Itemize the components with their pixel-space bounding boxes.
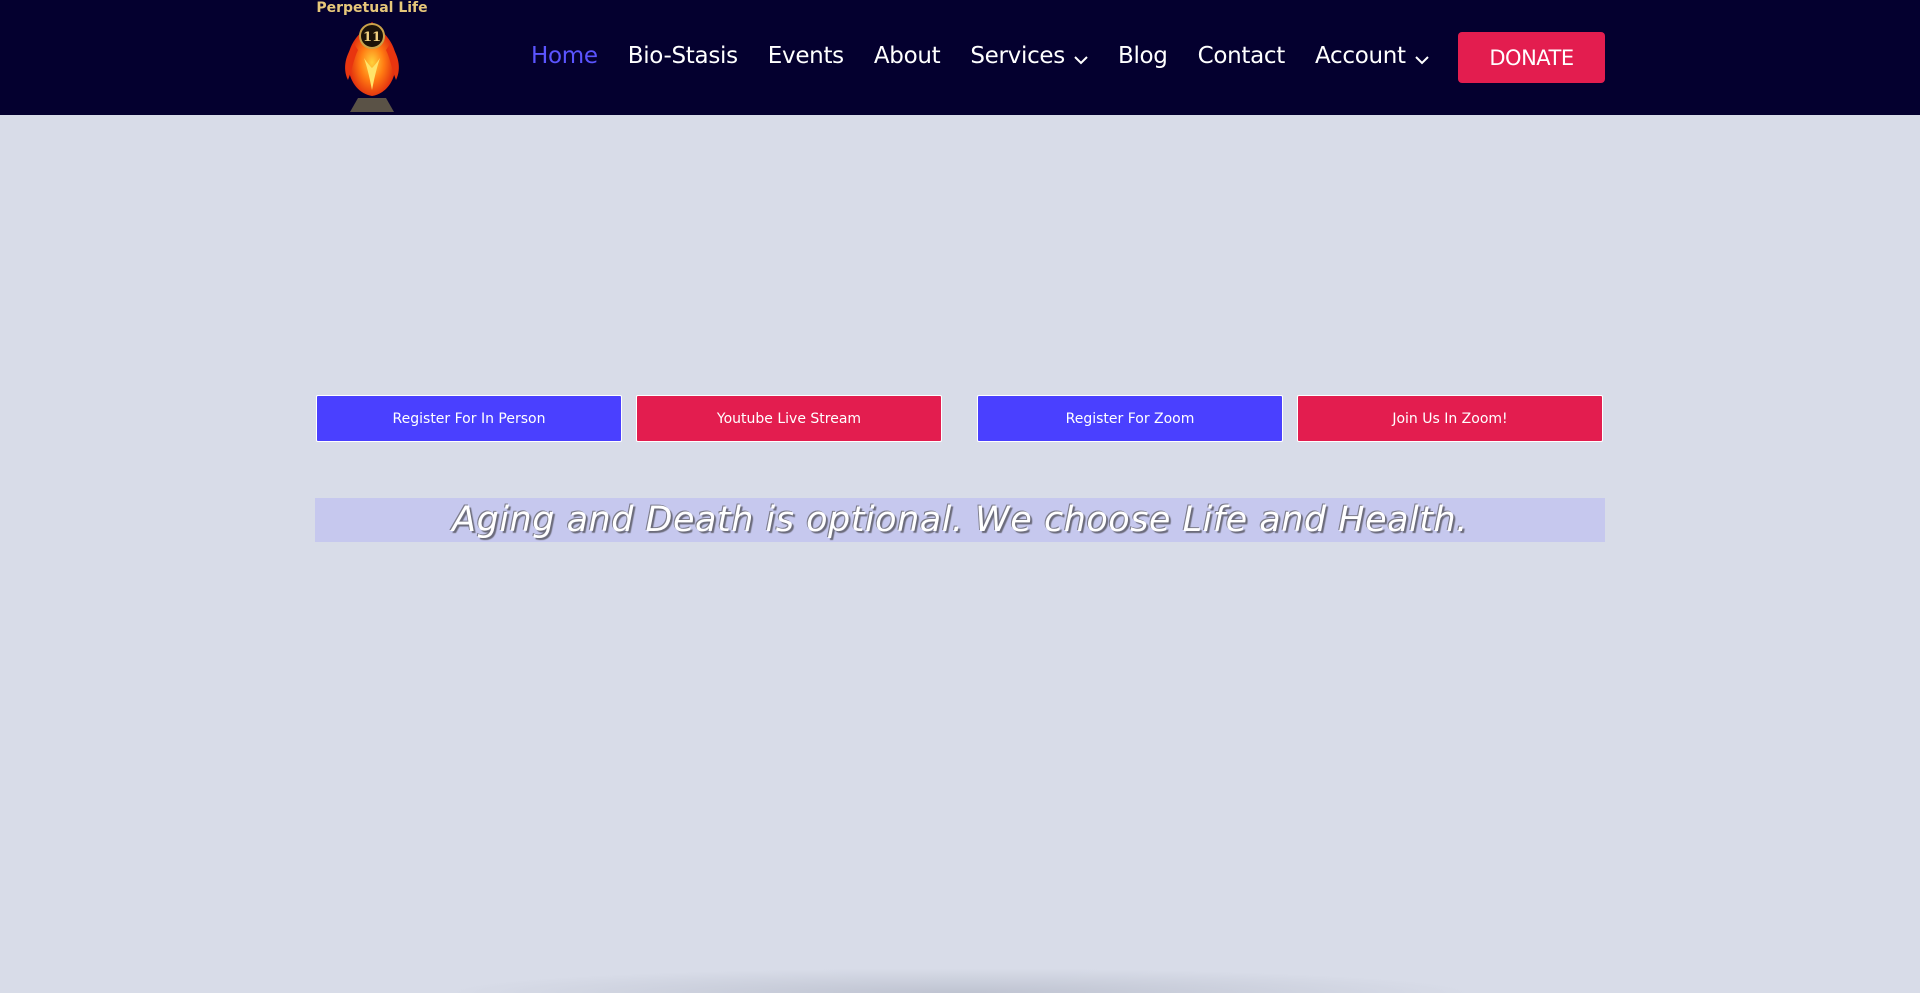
nav-account[interactable]: Account [1315, 41, 1429, 71]
nav-blog[interactable]: Blog [1118, 43, 1168, 69]
youtube-live-stream-button[interactable]: Youtube Live Stream [636, 395, 942, 442]
nav-contact[interactable]: Contact [1197, 43, 1286, 69]
tagline-text: Aging and Death is optional. We choose L… [452, 500, 1468, 540]
join-zoom-button[interactable]: Join Us In Zoom! [1297, 395, 1603, 442]
nav-blog-label: Blog [1117, 43, 1168, 69]
register-in-person-button[interactable]: Register For In Person [316, 395, 622, 442]
site-header: Perpetual Life 11 Home Bio-Stasis Events… [0, 0, 1920, 115]
site-logo[interactable]: Perpetual Life 11 [316, 0, 428, 115]
nav-home-label: Home [531, 43, 598, 69]
chevron-down-icon [1415, 45, 1429, 71]
nav-about[interactable]: About [874, 43, 941, 69]
nav-biostasis-label: Bio-Stasis [627, 43, 738, 69]
chevron-down-icon [1074, 45, 1088, 71]
nav-contact-label: Contact [1197, 43, 1286, 69]
nav-home[interactable]: Home [531, 43, 598, 69]
nav-services-label: Services [970, 43, 1065, 69]
nav-services[interactable]: Services [970, 41, 1088, 71]
tagline-banner: Aging and Death is optional. We choose L… [315, 498, 1605, 542]
nav-events-label: Events [767, 43, 844, 69]
donate-button[interactable]: DONATE [1458, 32, 1605, 83]
nav-account-label: Account [1315, 43, 1406, 69]
section-shadow [440, 968, 1480, 993]
register-zoom-button[interactable]: Register For Zoom [977, 395, 1283, 442]
logo-badge-text: 11 [363, 30, 381, 45]
main-nav: Home Bio-Stasis Events About Services Bl… [531, 36, 1459, 76]
nav-about-label: About [873, 43, 941, 69]
nav-biostasis[interactable]: Bio-Stasis [628, 43, 738, 69]
phoenix-flame-logo-icon: 11 [345, 22, 399, 112]
nav-events[interactable]: Events [768, 43, 844, 69]
